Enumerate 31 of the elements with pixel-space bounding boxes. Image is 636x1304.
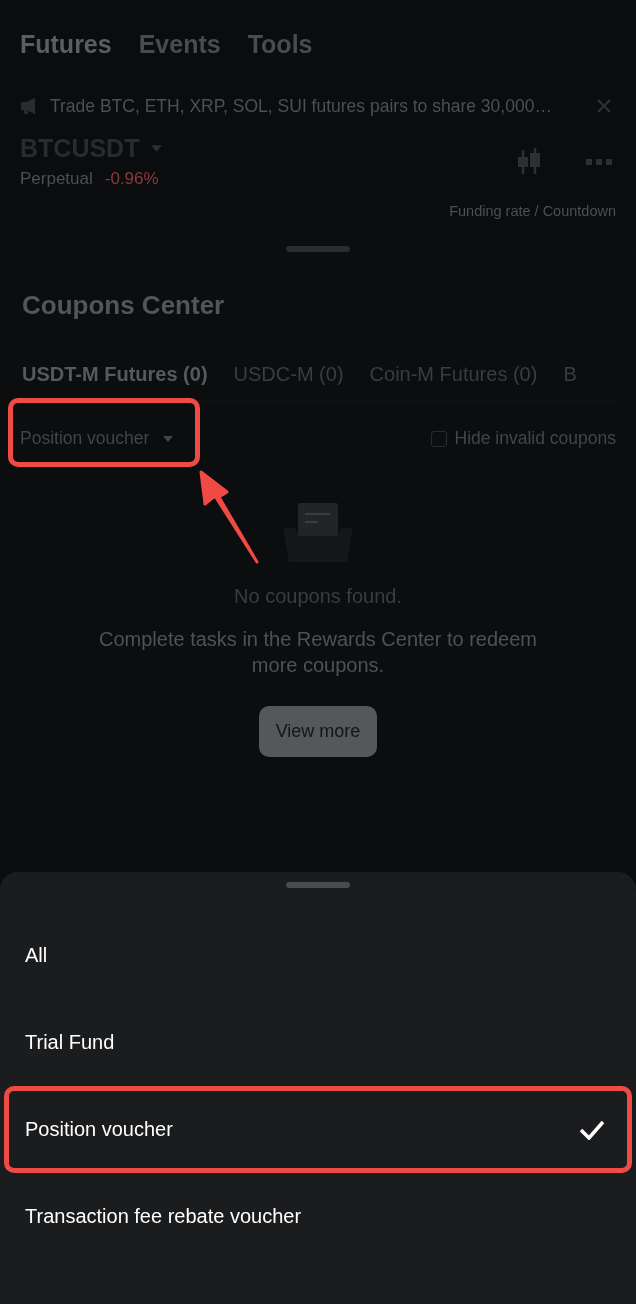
check-icon	[579, 1119, 605, 1140]
drag-handle[interactable]	[286, 882, 350, 888]
caret-icon	[163, 435, 174, 442]
more-icon[interactable]	[586, 158, 612, 165]
price-change: -0.96%	[104, 169, 159, 189]
nav-tab[interactable]: Tools	[247, 30, 313, 62]
empty-folder-icon	[283, 503, 353, 563]
nav-tab[interactable]: Futures	[20, 30, 112, 62]
funding-rate-label: Funding rate / Countdown	[449, 203, 616, 219]
option-label: All	[25, 944, 48, 967]
category-tab[interactable]: USDT-M Futures (0)	[22, 363, 208, 401]
option-row[interactable]: Position voucher	[4, 1086, 632, 1173]
option-row[interactable]: Transaction fee rebate voucher	[4, 1173, 632, 1260]
checkbox-label[interactable]: Hide invalid coupons	[454, 428, 616, 449]
checkbox[interactable]	[430, 430, 447, 447]
panel-title: Coupons Center	[22, 290, 226, 321]
caret-icon[interactable]	[151, 145, 163, 152]
voucher-type-dropdown[interactable]: Position voucher	[20, 424, 174, 453]
candlestick-icon[interactable]	[516, 147, 542, 176]
option-label: Trial Fund	[25, 1031, 115, 1054]
option-label: Position voucher	[25, 1118, 173, 1141]
contract-type: Perpetual	[20, 169, 93, 189]
nav-tab[interactable]: Events	[138, 30, 221, 62]
option-label: Transaction fee rebate voucher	[25, 1205, 302, 1228]
close-icon[interactable]	[596, 98, 612, 114]
drag-handle[interactable]	[286, 246, 350, 252]
empty-state-message: Complete tasks in the Rewards Center to redeem more coupons.	[98, 627, 538, 678]
option-row[interactable]: Trial Fund	[4, 999, 632, 1086]
option-row[interactable]: All	[4, 912, 632, 999]
view-more-button[interactable]: View more	[258, 706, 378, 757]
announcement-text[interactable]: Trade BTC, ETH, XRP, SOL, SUI futures pairs to share 30,000…	[50, 95, 586, 117]
